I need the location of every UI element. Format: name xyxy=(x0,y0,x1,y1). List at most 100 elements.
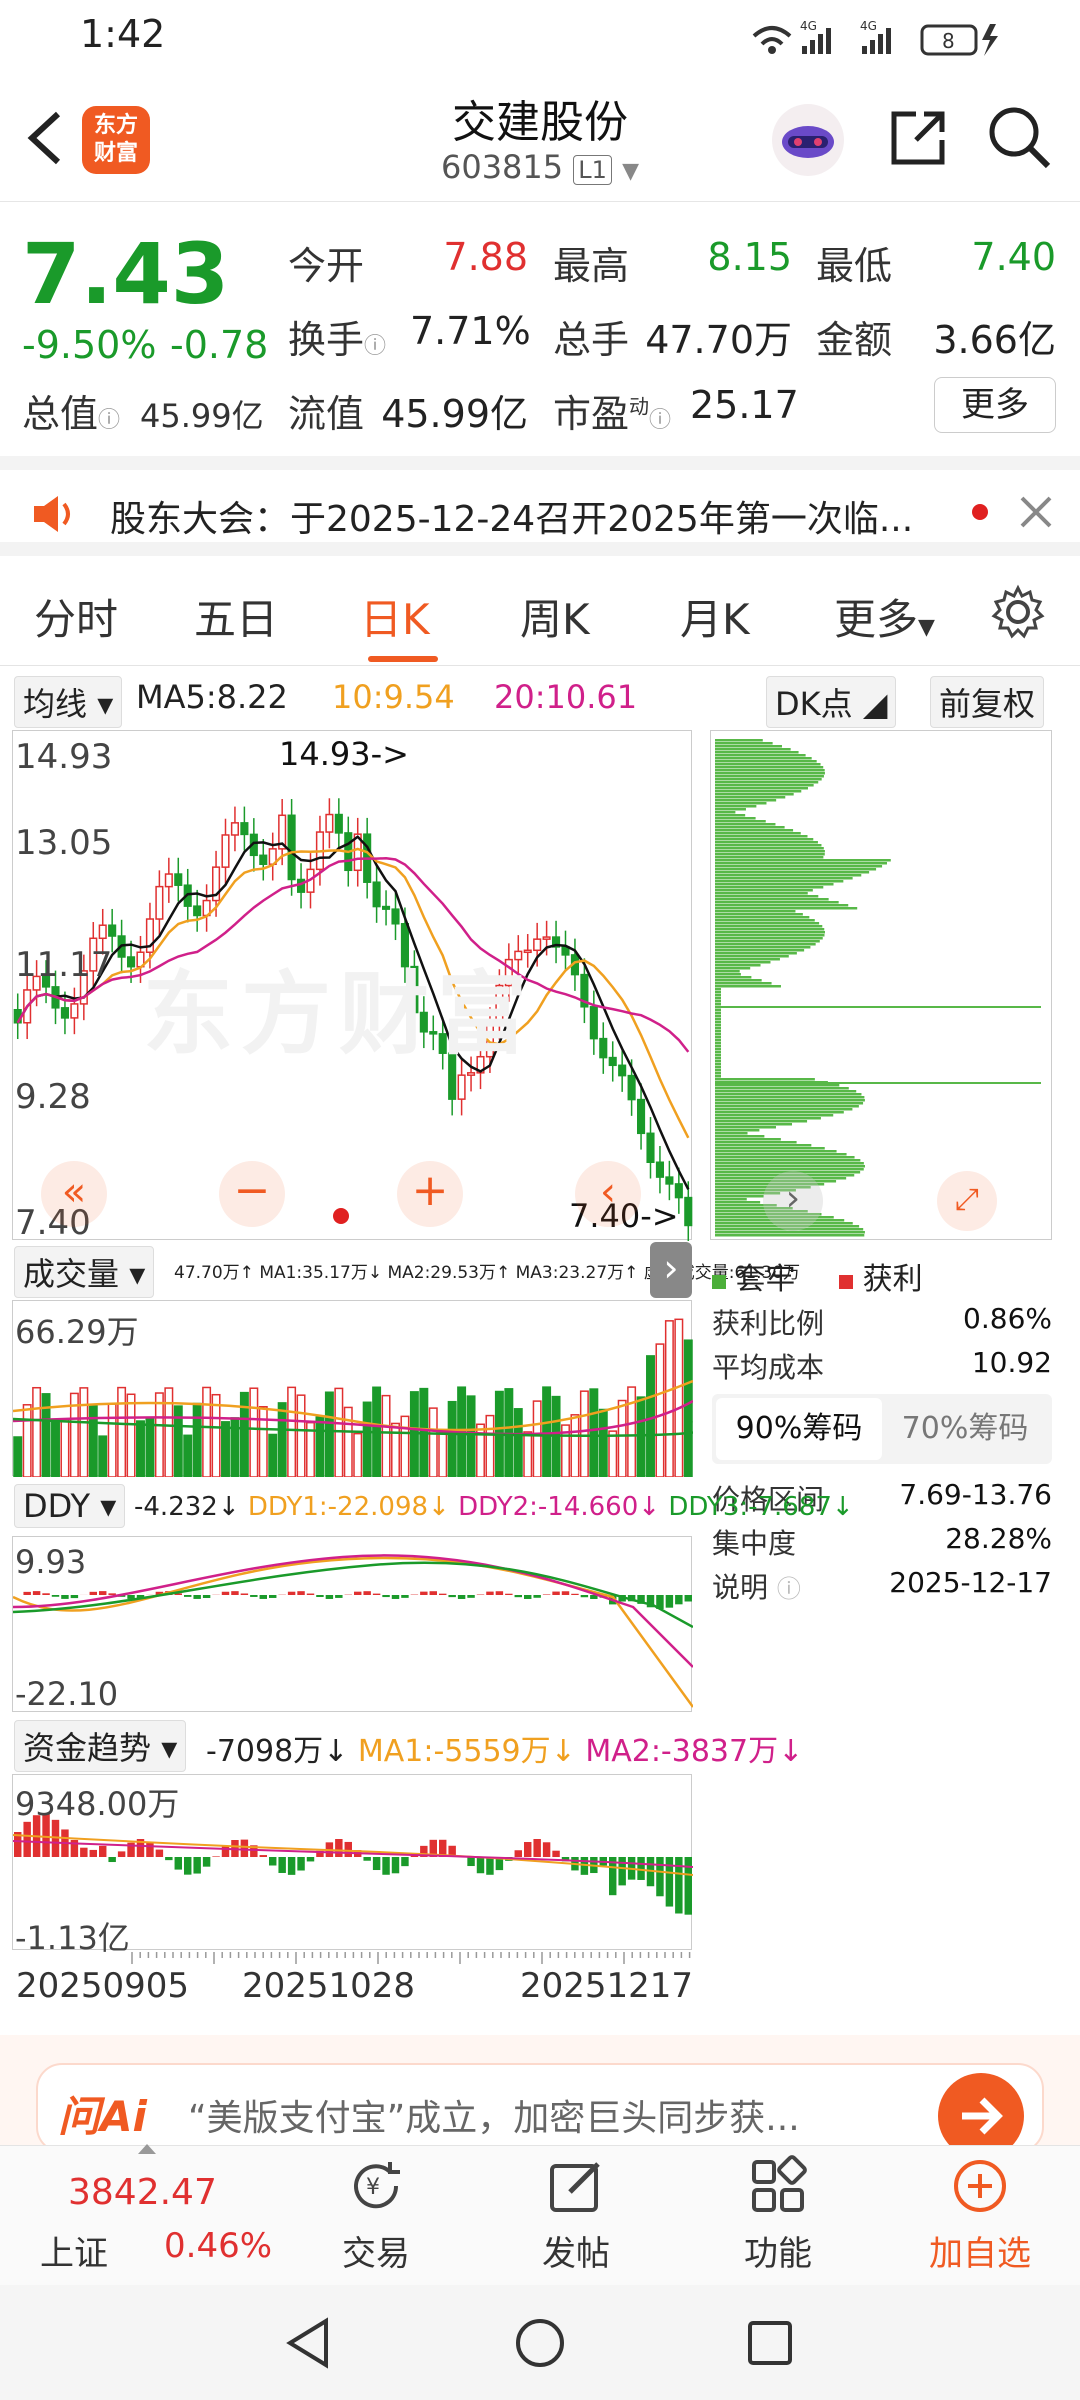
turnover-label[interactable]: 换手ⓘ xyxy=(288,309,386,364)
chip-distribution-chart[interactable]: › ⤢ xyxy=(710,730,1052,1240)
caret-up-icon[interactable] xyxy=(138,2144,156,2154)
ddy-selector[interactable]: DDY ▾ xyxy=(14,1484,126,1528)
system-nav-bar xyxy=(0,2285,1080,2400)
share-icon[interactable] xyxy=(886,106,950,170)
change-percent: -9.50% xyxy=(22,323,157,367)
pe-label[interactable]: 市盈动ⓘ xyxy=(553,383,671,438)
ddy-bar xyxy=(363,1591,371,1595)
settings-gear-icon[interactable] xyxy=(990,584,1046,640)
ddy-bar xyxy=(505,1593,513,1595)
mktcap-label[interactable]: 总值ⓘ xyxy=(22,383,120,438)
tab-chip-70[interactable]: 70%筹码 xyxy=(882,1398,1048,1460)
fund-trend-chart[interactable]: 9348.00万 -1.13亿 xyxy=(12,1774,694,1957)
chevron-right-icon[interactable]: › xyxy=(763,1171,823,1231)
candle xyxy=(127,956,136,968)
level-badge[interactable]: L1 xyxy=(573,155,612,185)
nav-home-icon[interactable] xyxy=(512,2315,568,2371)
ddy-bar xyxy=(665,1595,674,1608)
volume-bar xyxy=(315,1416,325,1478)
assistant-avatar-icon[interactable] xyxy=(770,102,846,178)
chip-bar xyxy=(715,964,761,967)
tab-monthly-k[interactable]: 月K xyxy=(680,586,750,647)
notice-bar[interactable]: 股东大会：于2025-12-24召开2025年第一次临... xyxy=(0,456,1080,556)
close-icon[interactable] xyxy=(1018,494,1054,530)
search-icon[interactable] xyxy=(986,104,1052,170)
volume-bar xyxy=(324,1391,334,1478)
chip-bar xyxy=(715,1015,721,1018)
ma-selector[interactable]: 均线 ▾ xyxy=(14,676,123,728)
chip-bar xyxy=(715,748,791,751)
tab-weekly-k[interactable]: 周K xyxy=(520,586,590,647)
nav-back-icon[interactable] xyxy=(280,2315,336,2371)
chip-bar xyxy=(715,1201,761,1204)
chevron-down-icon[interactable]: ▼ xyxy=(622,159,639,184)
svg-text:¥: ¥ xyxy=(366,2175,380,2200)
ai-logo: 问Ai xyxy=(58,2092,147,2141)
zoom-in-icon[interactable]: + xyxy=(397,1161,463,1227)
scroll-left-icon[interactable]: ‹ xyxy=(575,1161,641,1227)
tab-intraday[interactable]: 分时 xyxy=(34,586,118,647)
ddy-chart[interactable]: 9.93 -22.10 xyxy=(12,1536,695,1713)
candle xyxy=(70,1003,79,1019)
nav-function[interactable]: 功能 xyxy=(718,2146,838,2275)
status-icons: 4G 4G 8 xyxy=(752,19,998,56)
high-label: 最高 xyxy=(553,244,630,288)
fund-bar xyxy=(372,1857,381,1871)
volume-bar xyxy=(438,1432,448,1478)
chip-bar xyxy=(715,1036,721,1039)
zoom-out-icon[interactable]: − xyxy=(219,1161,285,1227)
tab-daily-k[interactable]: 日K xyxy=(360,586,430,647)
candle xyxy=(155,885,164,920)
chip-bar xyxy=(715,745,782,748)
index-percent[interactable]: 0.46% xyxy=(164,2226,272,2266)
scroll-left-fast-icon[interactable]: « xyxy=(41,1161,107,1227)
ma10-label: 10:9.54 xyxy=(332,678,455,716)
chip-bar xyxy=(715,790,802,793)
fund-bar xyxy=(363,1857,371,1861)
index-value[interactable]: 3842.47 xyxy=(68,2172,217,2213)
fund-trend-selector[interactable]: 资金趋势 ▾ xyxy=(14,1720,187,1772)
nav-trade[interactable]: ¥ 交易 xyxy=(316,2146,436,2275)
volume-bar xyxy=(598,1408,608,1478)
candle xyxy=(240,822,249,836)
fund-bar xyxy=(391,1857,400,1874)
volume-bar xyxy=(13,1436,23,1478)
chip-bar xyxy=(715,880,844,883)
chip-bar xyxy=(715,844,822,847)
volume-bar xyxy=(513,1408,523,1478)
nav-post[interactable]: 发帖 xyxy=(516,2146,636,2275)
chip-bar xyxy=(715,820,766,823)
ddy-bar xyxy=(221,1591,230,1595)
fund-trend-values: -7098万↓ MA1:-5559万↓ MA2:-3837万↓ xyxy=(206,1734,804,1769)
note-label[interactable]: 说明 ⓘ xyxy=(712,1566,801,1606)
nav-recents-icon[interactable] xyxy=(742,2315,798,2371)
chip-bar xyxy=(715,1009,721,1012)
fund-bar xyxy=(344,1841,352,1857)
fund-bar xyxy=(155,1849,164,1857)
tab-more[interactable]: 更多▼ xyxy=(834,586,935,647)
ai-input-bar[interactable]: 问Ai “美版支付宝”成立，加密巨头同步获... xyxy=(36,2063,1044,2159)
expand-icon[interactable]: ⤢ xyxy=(937,1171,997,1231)
chip-bar xyxy=(715,1078,815,1081)
expand-panel-icon[interactable]: › xyxy=(650,1242,692,1298)
more-button[interactable]: 更多 xyxy=(934,377,1056,433)
dk-point-selector[interactable]: DK点 ◢ xyxy=(766,676,897,728)
volume-bar xyxy=(239,1391,249,1478)
volume-bar xyxy=(107,1403,117,1478)
ddy-bar xyxy=(552,1591,560,1595)
fund-bar xyxy=(212,1856,220,1857)
adjust-selector[interactable]: 前复权 xyxy=(930,676,1045,728)
tab-chip-90[interactable]: 90%筹码 xyxy=(716,1398,882,1460)
index-name[interactable]: 上证 xyxy=(40,2226,108,2275)
volume-chart[interactable]: 66.29万 xyxy=(12,1300,710,1478)
chip-bar xyxy=(715,742,773,745)
chip-bar xyxy=(715,1147,825,1150)
tab-five-day[interactable]: 五日 xyxy=(194,586,278,647)
kline-chart[interactable]: 东方财富 14.93 13.05 11.17 9.28 7.40 14.93->… xyxy=(12,730,693,1243)
nav-add-watchlist[interactable]: 加自选 xyxy=(920,2146,1040,2275)
chip-bar xyxy=(715,1057,721,1060)
chip-bar xyxy=(715,958,780,961)
chip-bar xyxy=(715,1105,859,1108)
chart-tabs: 分时 五日 日K 周K 月K 更多▼ xyxy=(0,556,1080,666)
volume-selector[interactable]: 成交量 ▾ xyxy=(14,1246,155,1298)
